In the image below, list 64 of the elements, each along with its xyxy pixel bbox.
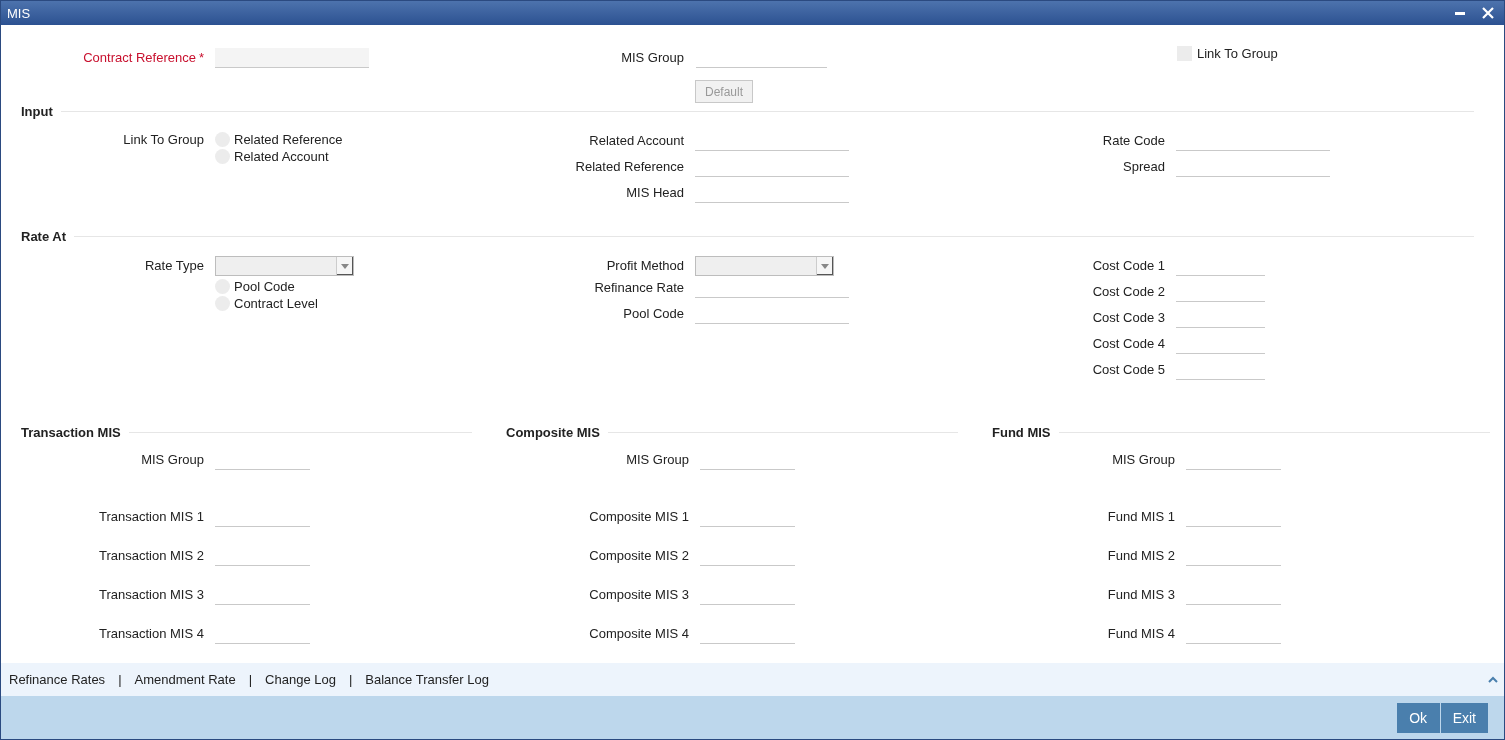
- field-label: MIS Group: [1111, 451, 1176, 469]
- field-label: Rate Code: [1101, 132, 1166, 150]
- action-button[interactable]: Ok: [1396, 702, 1440, 733]
- field-label: Composite MIS 1: [588, 508, 690, 526]
- field-label: Composite MIS 3: [588, 586, 690, 604]
- field-label: MIS Group: [140, 451, 205, 469]
- field-label: Transaction MIS 1: [98, 508, 205, 526]
- footer-link[interactable]: Change Log: [265, 672, 336, 687]
- section-title: Input: [21, 103, 53, 119]
- field-label: Transaction MIS 2: [98, 547, 205, 565]
- footer-link[interactable]: Refinance Rates: [9, 672, 106, 687]
- radio-option[interactable]: Contract Level: [215, 295, 318, 312]
- field-label: Spread: [1122, 158, 1166, 176]
- field-label: Cost Code 1: [1091, 257, 1166, 275]
- field-label: Cost Code 2: [1091, 283, 1166, 301]
- field-label: Pool Code: [622, 305, 685, 323]
- section-title: Rate At: [21, 228, 67, 244]
- field-label: MIS Head: [625, 184, 685, 202]
- field-label: Cost Code 4: [1091, 335, 1166, 353]
- field-label: Fund MIS 4: [1106, 625, 1176, 643]
- field-label: Related Reference: [574, 158, 685, 176]
- radio-option[interactable]: Related Reference: [215, 131, 343, 148]
- field-label: Contract Reference *: [82, 49, 205, 67]
- close-button[interactable]: [1482, 7, 1494, 19]
- field-label: MIS Group: [625, 451, 690, 469]
- radio-option[interactable]: Pool Code: [215, 278, 318, 295]
- radio-label: Contract Level: [234, 296, 318, 311]
- field-label: Composite MIS 2: [588, 547, 690, 565]
- field-label: Refinance Rate: [593, 279, 685, 297]
- field-label: Link To Group: [122, 131, 205, 148]
- section-title: Fund MIS: [992, 424, 1051, 440]
- footer-link[interactable]: Balance Transfer Log: [365, 672, 489, 687]
- field-label: Related Account: [588, 132, 685, 150]
- field-label: Rate Type: [143, 257, 205, 275]
- section-title: Transaction MIS: [21, 424, 121, 440]
- close-icon: [1482, 7, 1494, 19]
- radio-option[interactable]: Related Account: [215, 148, 343, 165]
- caret-icon: [336, 257, 353, 275]
- field-label: Transaction MIS 4: [98, 625, 205, 643]
- radio-label: Related Account: [234, 149, 329, 164]
- field-label: MIS Group: [620, 49, 685, 67]
- section-title: Composite MIS: [506, 424, 600, 440]
- field-label: Profit Method: [605, 257, 685, 275]
- link-separator: |: [348, 672, 353, 687]
- field-label: Composite MIS 4: [588, 625, 690, 643]
- footer-link[interactable]: Amendment Rate: [134, 672, 236, 687]
- link-separator: |: [248, 672, 253, 687]
- field-label: Fund MIS 1: [1106, 508, 1176, 526]
- link-separator: |: [118, 672, 122, 687]
- dropdown[interactable]: [215, 256, 354, 276]
- text-field[interactable]: [215, 48, 369, 68]
- field-label: Cost Code 3: [1091, 309, 1166, 327]
- checkbox-label: Link To Group: [1197, 46, 1278, 61]
- window-title: MIS: [7, 5, 31, 21]
- caret-icon: [816, 257, 833, 275]
- field-label: Fund MIS 2: [1106, 547, 1176, 565]
- action-button[interactable]: Exit: [1440, 702, 1488, 733]
- collapse-icon[interactable]: [1488, 676, 1498, 683]
- field-label: Cost Code 5: [1091, 361, 1166, 379]
- field-label: Fund MIS 3: [1106, 586, 1176, 604]
- dropdown[interactable]: [695, 256, 834, 276]
- radio-label: Pool Code: [234, 279, 295, 294]
- field-label: Transaction MIS 3: [98, 586, 205, 604]
- radio-label: Related Reference: [234, 132, 343, 147]
